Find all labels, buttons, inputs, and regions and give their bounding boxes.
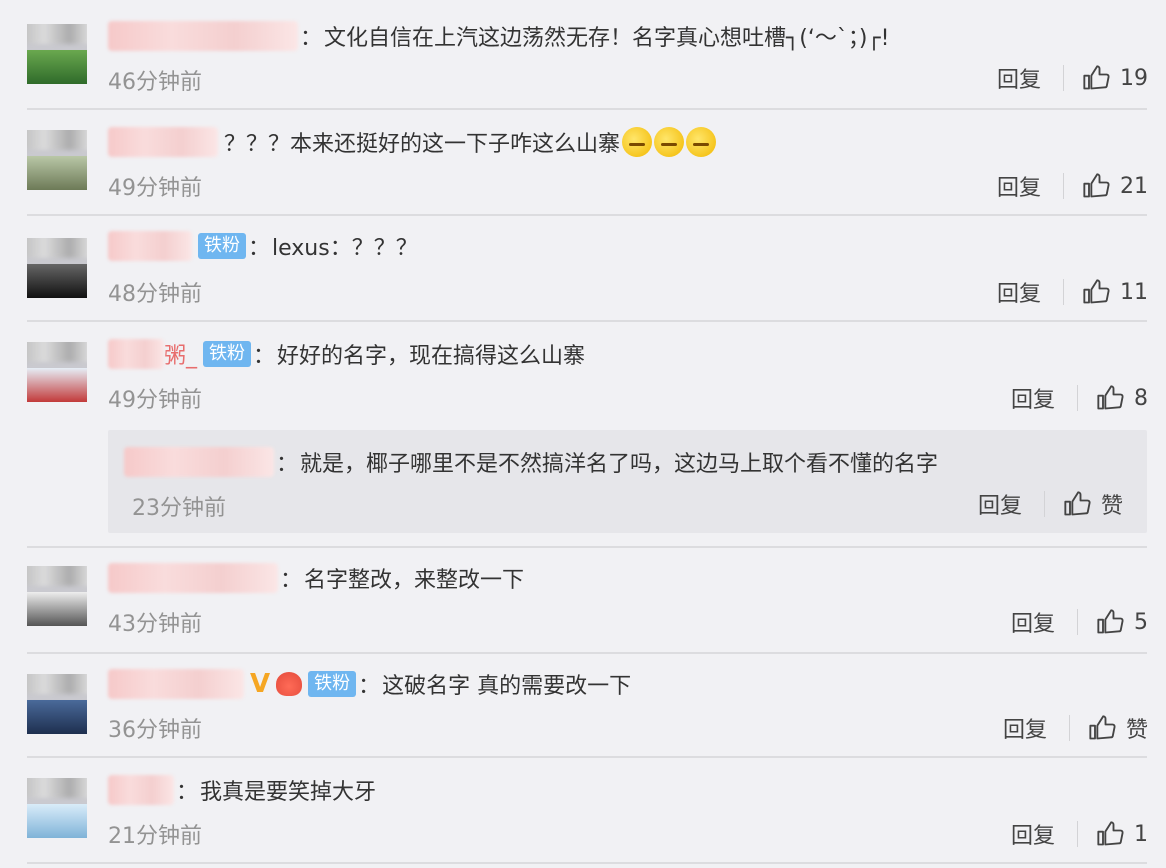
comment-text: ？？？本来还挺好的这一下子咋这么山寨 [224, 132, 621, 157]
username[interactable] [108, 775, 174, 805]
thumbs-up-icon[interactable] [1096, 608, 1124, 636]
comment-time: 23分钟前 [132, 496, 226, 521]
avatar[interactable] [27, 342, 87, 402]
reply-button[interactable]: 回复 [1011, 382, 1055, 414]
colon: ： [176, 780, 199, 805]
comment-actions: 回复 赞 [1003, 712, 1148, 744]
comment-text: 名字整改，来整改一下 [304, 568, 525, 593]
like-count: 21 [1120, 173, 1148, 199]
username[interactable] [124, 447, 274, 477]
reply-button[interactable]: 回复 [997, 170, 1041, 202]
like-count: 19 [1120, 65, 1148, 91]
comment-time: 48分钟前 [108, 282, 202, 307]
divider [1068, 715, 1070, 741]
comment-text: 文化自信在上汽这边荡然无存！名字真心想吐槽┐(‘～`；)┌! [324, 26, 890, 51]
comment-text: 我真是要笑掉大牙 [200, 780, 377, 805]
divider [27, 862, 1147, 864]
avatar[interactable] [27, 778, 87, 838]
divider [27, 652, 1147, 654]
comment-time: 49分钟前 [108, 388, 202, 413]
username[interactable] [108, 231, 192, 261]
fan-badge: 铁粉 [308, 671, 357, 697]
divider [27, 320, 1147, 322]
divider [1063, 65, 1064, 91]
avatar[interactable] [27, 238, 87, 298]
username[interactable] [108, 127, 218, 157]
thumbs-up-icon[interactable] [1063, 490, 1091, 518]
comment-actions: 回复 11 [997, 276, 1148, 308]
vip-badge: V [250, 669, 271, 699]
like-count: 8 [1134, 385, 1148, 411]
like-label[interactable]: 赞 [1126, 712, 1148, 744]
fan-badge: 铁粉 [203, 341, 252, 367]
divider [1077, 821, 1078, 847]
divider [1043, 491, 1045, 517]
colon: ： [248, 236, 271, 261]
like-count: 5 [1134, 609, 1148, 635]
divider [27, 546, 1147, 548]
crown-icon [276, 672, 303, 696]
username[interactable] [108, 669, 244, 699]
colon: ： [300, 26, 323, 51]
divider [1077, 385, 1078, 411]
username[interactable] [108, 339, 164, 369]
thumbs-up-icon[interactable] [1082, 64, 1110, 92]
comment-time: 36分钟前 [108, 718, 202, 743]
comment-time: 46分钟前 [108, 70, 202, 95]
comment-time: 49分钟前 [108, 176, 202, 201]
reply-button[interactable]: 回复 [997, 276, 1041, 308]
comment-actions: 回复 5 [1011, 606, 1148, 638]
divider [27, 108, 1147, 110]
like-count: 11 [1120, 279, 1148, 305]
comment-text: lexus：？？？ [272, 236, 418, 261]
emoji-icon [654, 127, 685, 157]
like-label[interactable]: 赞 [1101, 488, 1123, 520]
thumbs-up-icon[interactable] [1082, 278, 1110, 306]
username[interactable] [108, 21, 298, 51]
thumbs-up-icon[interactable] [1096, 384, 1124, 412]
reply-button[interactable]: 回复 [1011, 606, 1055, 638]
comment-text: 好好的名字，现在搞得这么山寨 [277, 344, 586, 369]
comment-actions: 回复 赞 [978, 488, 1123, 520]
colon: ： [253, 344, 276, 369]
divider [27, 214, 1147, 216]
comment-actions: 回复 21 [997, 170, 1148, 202]
username[interactable] [108, 563, 278, 593]
comment-time: 43分钟前 [108, 612, 202, 637]
divider [1063, 279, 1064, 305]
comment-feed: ： 文化自信在上汽这边荡然无存！名字真心想吐槽┐(‘～`；)┌! 46分钟前 回… [0, 0, 1166, 868]
reply-button[interactable]: 回复 [978, 488, 1022, 520]
sub-reply: ： 就是，椰子哪里不是不然搞洋名了吗，这边马上取个看不懂的名字 23分钟前 回复… [108, 430, 1147, 533]
like-count: 1 [1134, 821, 1148, 847]
reply-button[interactable]: 回复 [1003, 712, 1047, 744]
username-suffix[interactable]: 粥_ [164, 338, 197, 370]
fan-badge: 铁粉 [198, 233, 246, 259]
reply-button[interactable]: 回复 [997, 62, 1041, 94]
comment-text: 这破名字 真的需要改一下 [382, 674, 632, 699]
divider [1063, 173, 1064, 199]
divider [27, 756, 1147, 758]
avatar[interactable] [27, 674, 87, 734]
thumbs-up-icon[interactable] [1096, 820, 1124, 848]
divider [1077, 609, 1078, 635]
emoji-icon [622, 127, 653, 157]
avatar[interactable] [27, 130, 87, 190]
comment-actions: 回复 19 [997, 62, 1148, 94]
reply-button[interactable]: 回复 [1011, 818, 1055, 850]
avatar[interactable] [27, 566, 87, 626]
thumbs-up-icon[interactable] [1082, 172, 1110, 200]
colon: ： [276, 452, 299, 477]
thumbs-up-icon[interactable] [1088, 714, 1116, 742]
comment-actions: 回复 1 [1011, 818, 1148, 850]
avatar[interactable] [27, 24, 87, 84]
colon: ： [280, 568, 303, 593]
emoji-icon [686, 127, 717, 157]
comment-time: 21分钟前 [108, 824, 202, 849]
comment-text: 就是，椰子哪里不是不然搞洋名了吗，这边马上取个看不懂的名字 [300, 452, 939, 477]
colon: ： [358, 674, 381, 699]
comment-actions: 回复 8 [1011, 382, 1148, 414]
